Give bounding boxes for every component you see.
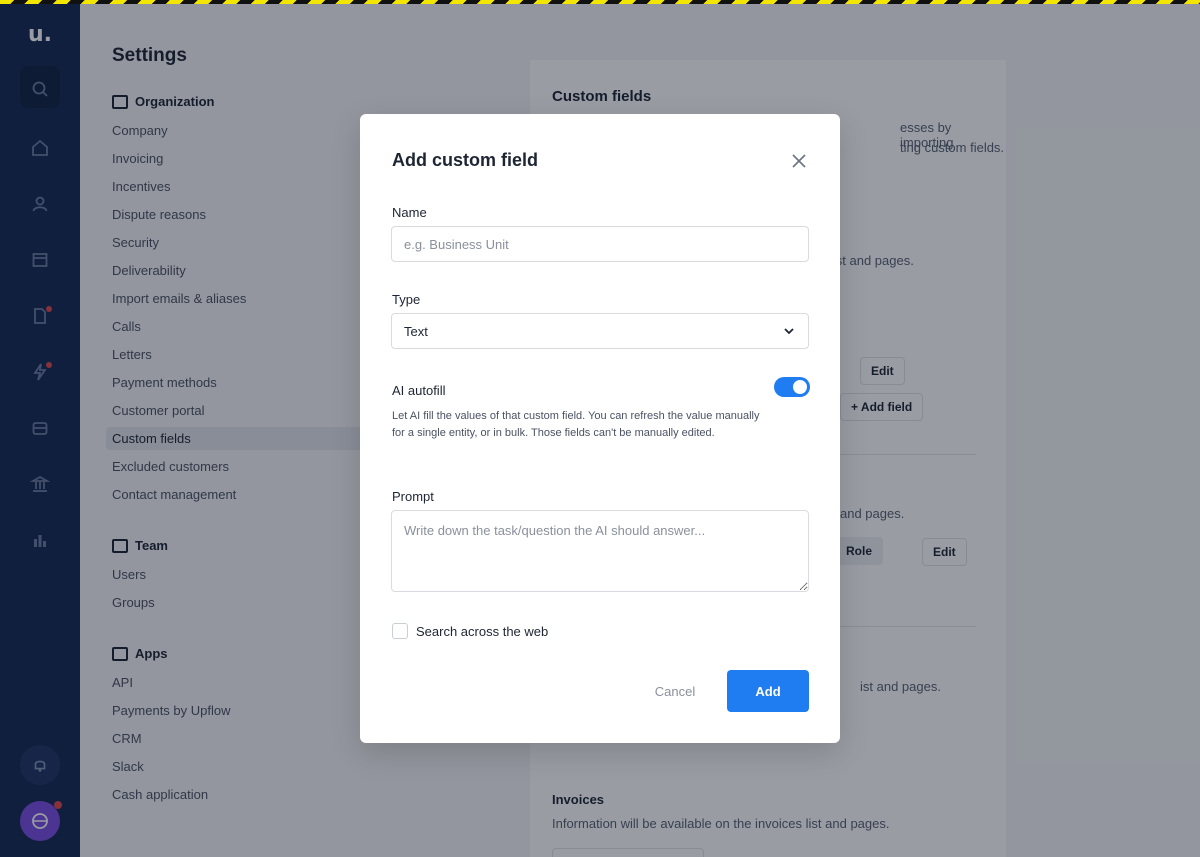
ai-autofill-label: AI autofill [392,383,446,398]
ai-autofill-help: Let AI fill the values of that custom fi… [392,410,760,439]
type-label: Type [392,292,421,307]
toggle-knob [793,380,807,394]
cancel-button[interactable]: Cancel [640,670,710,712]
name-input[interactable] [391,226,809,262]
prompt-label: Prompt [392,489,434,504]
type-select-value: Text [404,323,428,339]
chevron-down-icon [784,328,794,335]
modal-title: Add custom field [392,150,539,170]
search-web-label[interactable]: Search across the web [416,624,548,639]
name-label: Name [392,205,427,220]
add-custom-field-modal: Add custom field Name Type Text AI autof… [360,114,840,743]
search-web-checkbox[interactable] [392,623,408,639]
ai-autofill-toggle[interactable] [774,377,810,397]
close-button[interactable] [788,150,810,172]
type-select[interactable]: Text [391,313,809,349]
hazard-stripe [0,0,1200,4]
add-button[interactable]: Add [727,670,809,712]
prompt-textarea[interactable] [391,510,809,592]
close-icon [792,154,806,168]
